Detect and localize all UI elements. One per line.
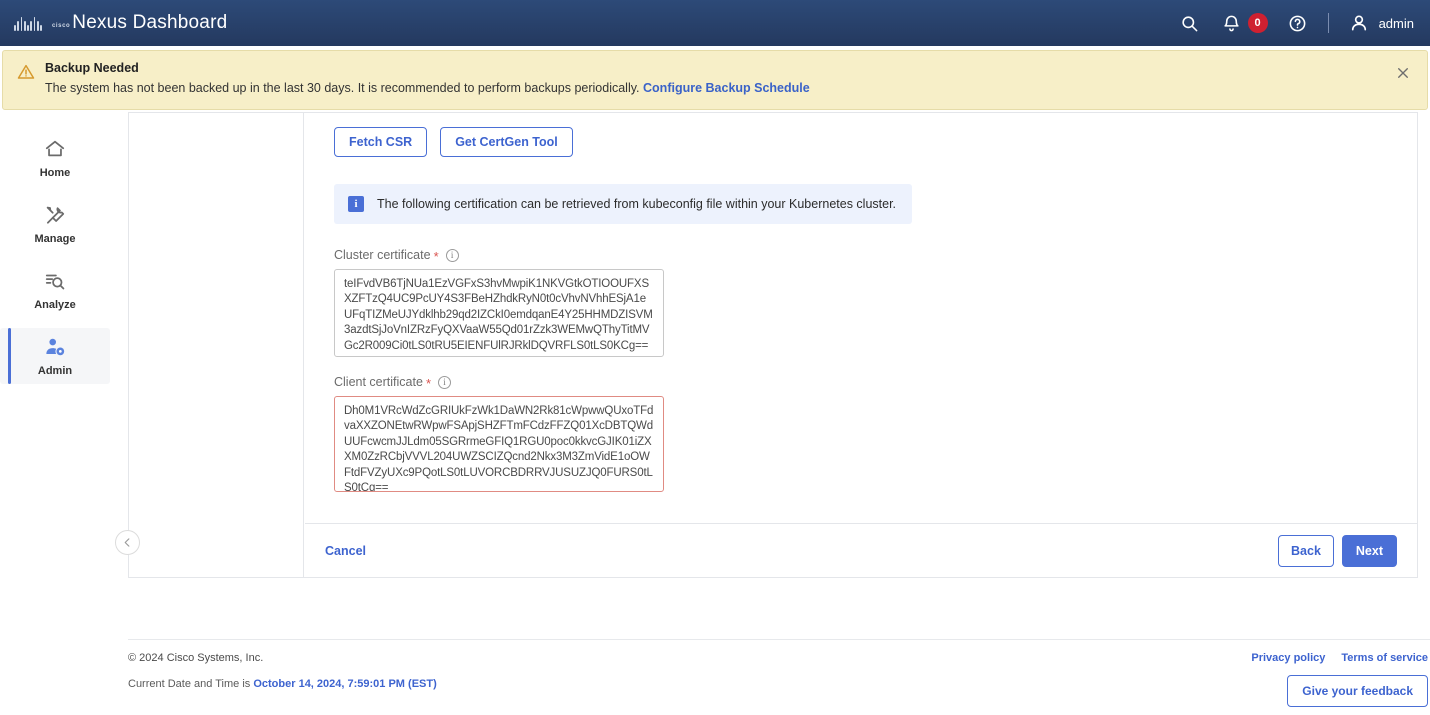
info-message-text: The following certification can be retri… [377, 197, 897, 211]
footer-right-area: Privacy policy Terms of service Give you… [1251, 652, 1428, 707]
cancel-button[interactable]: Cancel [325, 544, 366, 558]
main-content-panel: Fetch CSR Get CertGen Tool i The followi… [115, 112, 1418, 578]
sidebar-item-manage[interactable]: Manage [0, 196, 110, 252]
left-sidebar-navigation: Home Manage Analyze Admin [0, 112, 110, 715]
user-menu[interactable]: admin [1347, 11, 1414, 35]
sidebar-item-admin[interactable]: Admin [0, 328, 110, 384]
client-certificate-label-row: Client certificate * i [334, 375, 1397, 391]
backup-needed-banner: Backup Needed The system has not been ba… [2, 50, 1428, 110]
footer-left-area: © 2024 Cisco Systems, Inc. Current Date … [128, 652, 437, 690]
top-navigation-bar: cisco Nexus Dashboard 0 admin [0, 0, 1430, 46]
wizard-navigation-buttons: Back Next [1278, 534, 1397, 567]
sidebar-item-label: Home [39, 167, 71, 179]
brand-area[interactable]: cisco Nexus Dashboard [0, 12, 227, 34]
required-indicator: * [425, 375, 431, 391]
info-message-box: i The following certification can be ret… [334, 184, 912, 224]
sidebar-item-label: Admin [37, 365, 73, 377]
sidebar-item-label: Analyze [34, 299, 76, 311]
info-circle-icon[interactable]: i [438, 375, 451, 389]
panel-body: Fetch CSR Get CertGen Tool i The followi… [305, 113, 1417, 577]
user-name-label: admin [1378, 15, 1414, 31]
get-certgen-tool-button[interactable]: Get CertGen Tool [440, 127, 573, 157]
cluster-certificate-label-row: Cluster certificate * i [334, 248, 1397, 264]
panel-footer: Cancel Back Next [305, 523, 1417, 577]
client-certificate-input[interactable]: Dh0M1VRcWdZcGRIUkFzWk1DaWN2Rk81cWpwwQUxo… [334, 396, 664, 492]
info-circle-icon[interactable]: i [445, 248, 459, 262]
configure-backup-schedule-link[interactable]: Configure Backup Schedule [643, 81, 810, 95]
back-button[interactable]: Back [1278, 534, 1334, 567]
next-button[interactable]: Next [1341, 534, 1397, 567]
search-icon[interactable] [1178, 11, 1202, 35]
sidebar-item-label: Manage [34, 233, 76, 245]
help-circle-icon[interactable] [1286, 11, 1310, 35]
notifications-area[interactable]: 0 [1220, 11, 1268, 35]
cluster-certificate-label: Cluster certificate [334, 248, 431, 262]
required-indicator: * [433, 248, 439, 264]
banner-message-row: The system has not been backed up in the… [45, 81, 1397, 95]
datetime-prefix-label: Current Date and Time is [128, 678, 251, 690]
tools-icon [44, 203, 66, 227]
banner-message: The system has not been backed up in the… [45, 81, 640, 95]
cisco-logo-icon [14, 15, 42, 31]
privacy-policy-link[interactable]: Privacy policy [1251, 652, 1325, 664]
sidebar-item-home[interactable]: Home [0, 130, 110, 186]
certificate-action-buttons: Fetch CSR Get CertGen Tool [334, 127, 1397, 157]
bell-icon[interactable] [1220, 11, 1244, 35]
datetime-value: October 14, 2024, 7:59:01 PM (EST) [253, 678, 437, 690]
current-datetime-row: Current Date and Time is October 14, 202… [128, 678, 437, 690]
copyright-text: © 2024 Cisco Systems, Inc. [128, 652, 264, 664]
footer-links: Privacy policy Terms of service [1251, 652, 1428, 664]
client-certificate-label: Client certificate [334, 375, 423, 389]
fetch-csr-button[interactable]: Fetch CSR [334, 127, 428, 157]
chevron-left-icon[interactable] [115, 530, 140, 555]
user-avatar-icon[interactable] [1347, 11, 1371, 35]
home-icon [44, 137, 66, 161]
user-gear-icon [44, 335, 66, 359]
banner-title: Backup Needed [45, 61, 139, 75]
sidebar-item-analyze[interactable]: Analyze [0, 262, 110, 318]
topbar-divider [1327, 13, 1329, 33]
terms-of-service-link[interactable]: Terms of service [1341, 652, 1428, 664]
close-icon[interactable] [1397, 66, 1415, 84]
info-icon: i [348, 196, 364, 212]
give-feedback-button[interactable]: Give your feedback [1287, 675, 1428, 707]
cluster-certificate-input[interactable]: teIFvdVB6TjNUa1EzVGFxS3hvMwpiK1NKVGtkOTI… [334, 269, 664, 357]
warning-triangle-icon [17, 63, 35, 81]
banner-text-area: Backup Needed The system has not been ba… [45, 61, 1397, 95]
panel-left-column [129, 113, 304, 577]
notification-count-badge: 0 [1247, 13, 1268, 33]
page-title: Nexus Dashboard [72, 12, 228, 33]
magnifier-lines-icon [44, 269, 66, 293]
page-footer: © 2024 Cisco Systems, Inc. Current Date … [128, 639, 1430, 715]
topbar-actions: 0 admin [1178, 0, 1430, 46]
cisco-wordmark: cisco [51, 23, 71, 29]
